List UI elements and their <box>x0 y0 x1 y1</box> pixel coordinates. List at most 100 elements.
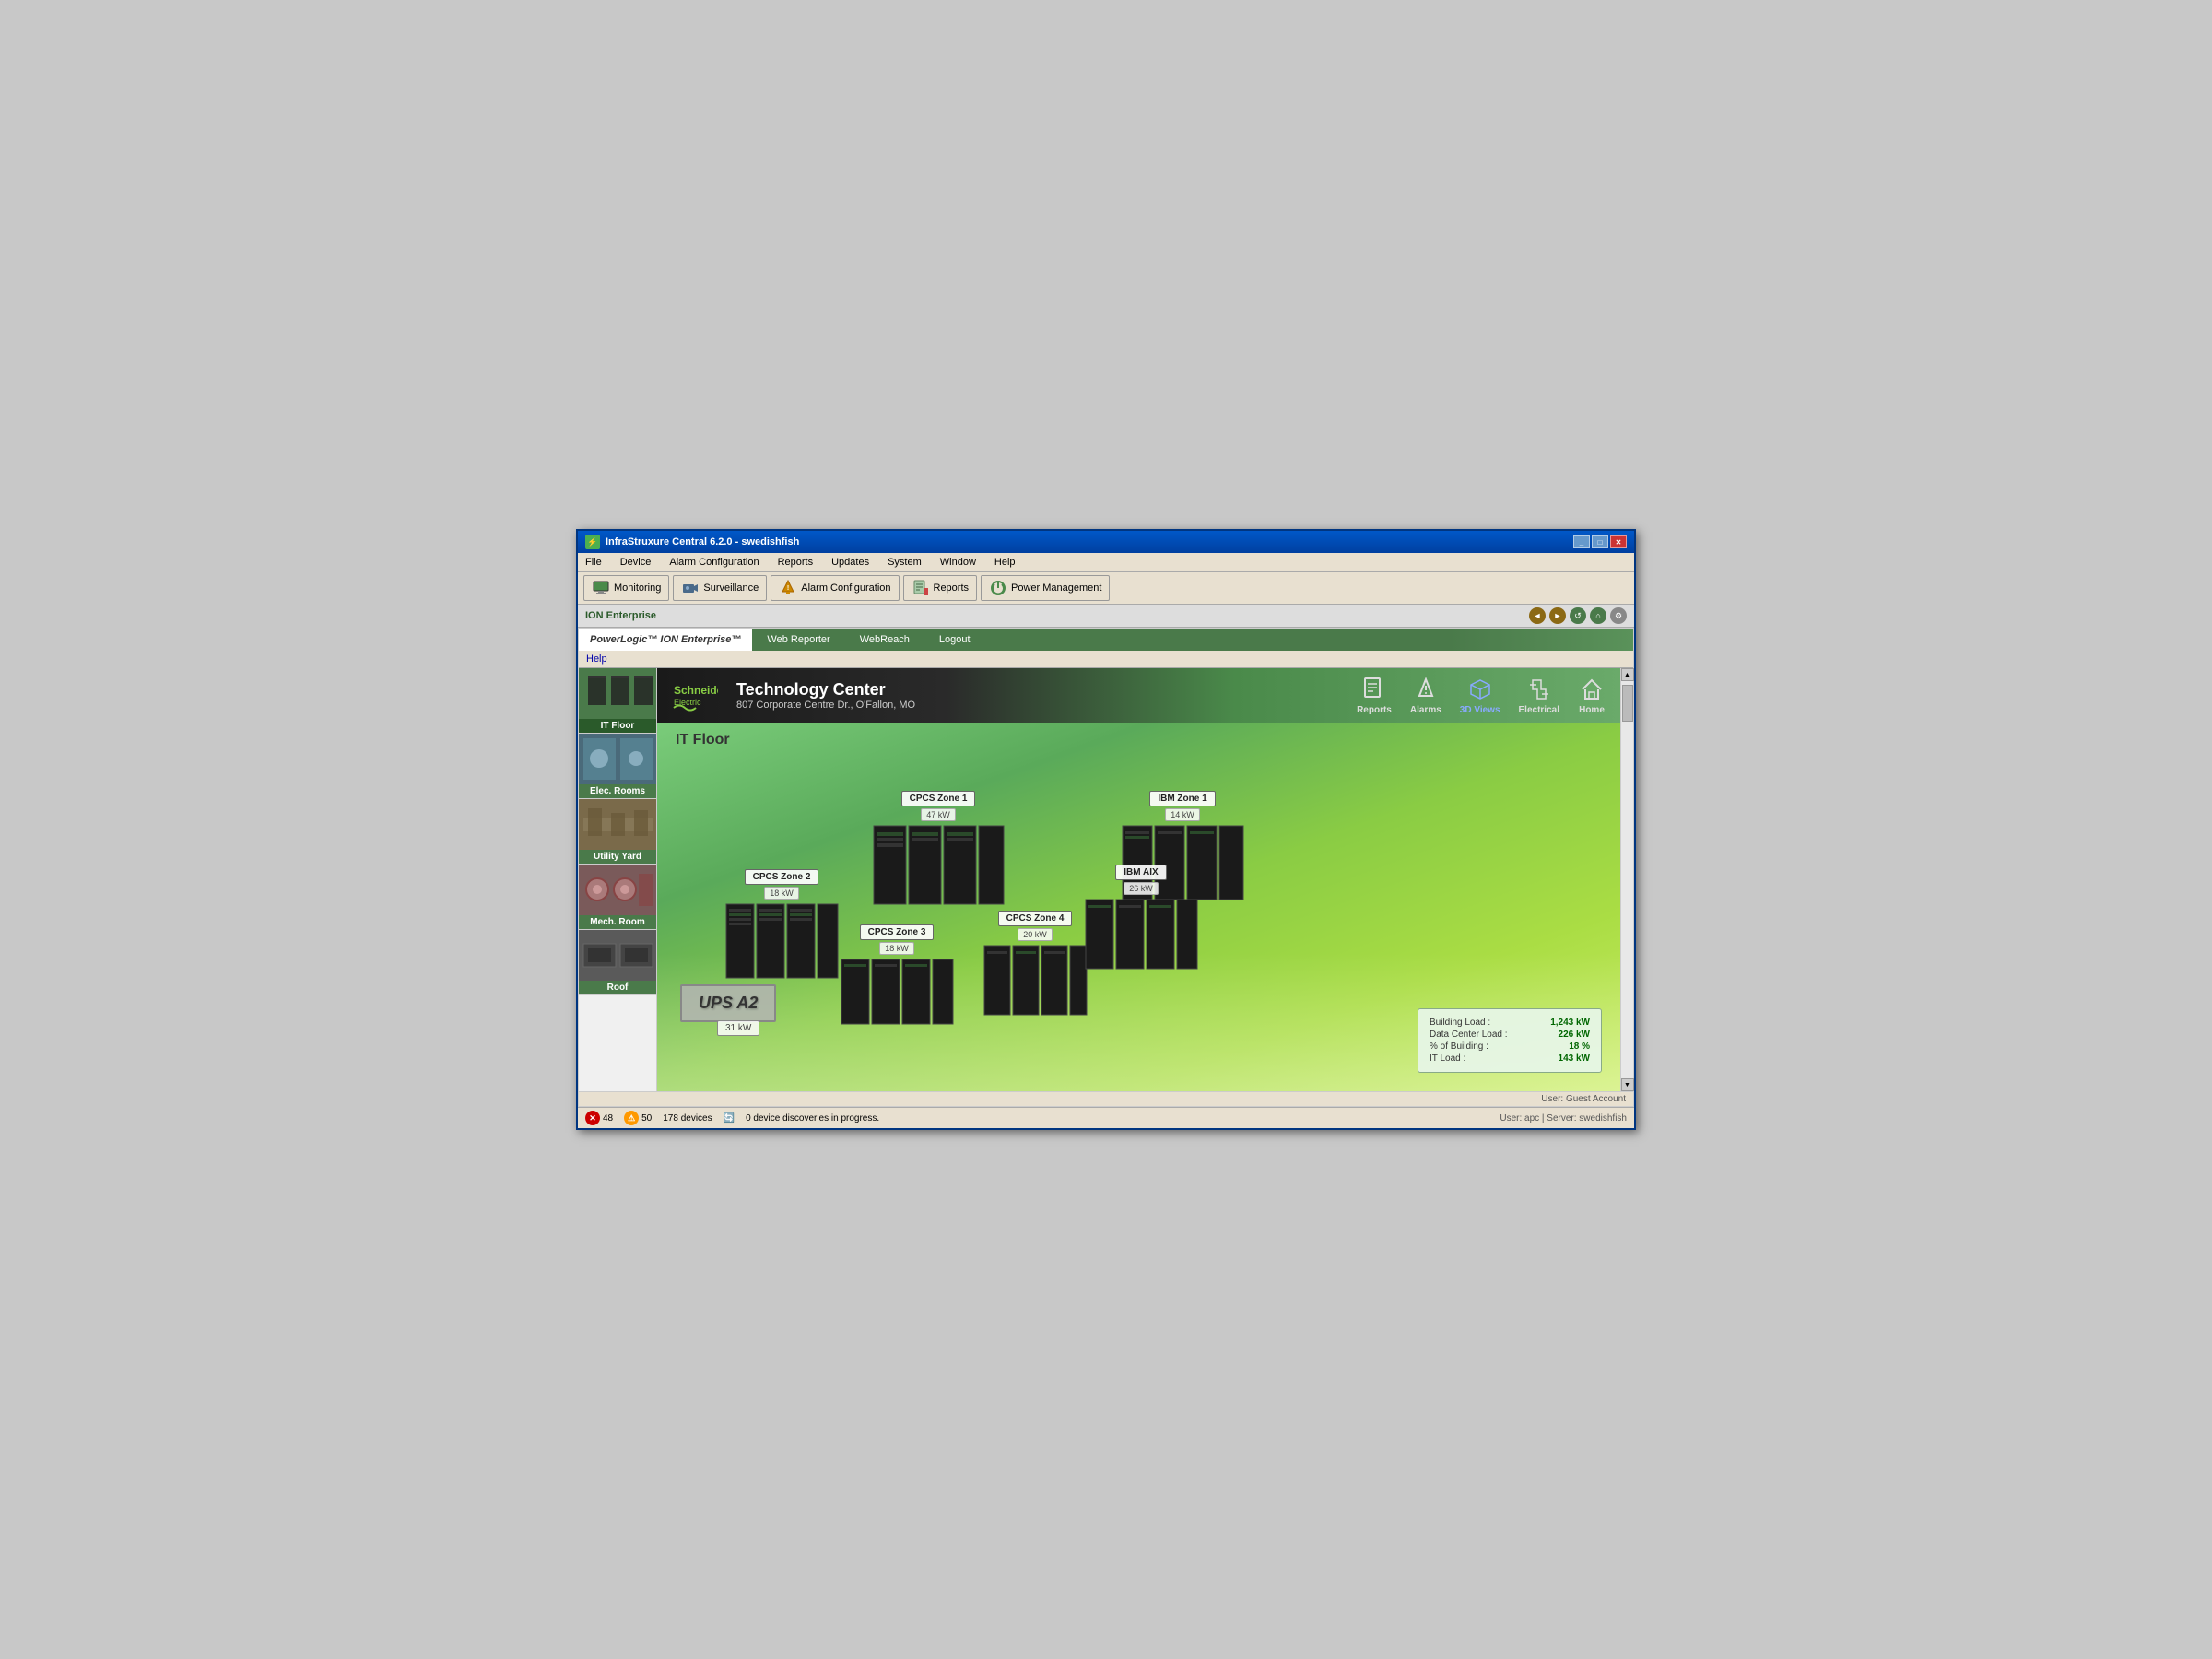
home-nav-label: Home <box>1579 705 1605 715</box>
menu-updates[interactable]: Updates <box>828 555 873 570</box>
menu-help[interactable]: Help <box>991 555 1019 570</box>
monitor-icon <box>592 579 610 597</box>
ibm1-label: IBM Zone 1 <box>1149 791 1215 806</box>
status-bar: ✕ 48 ⚠ 50 178 devices 🔄 0 device discove… <box>578 1107 1634 1128</box>
info-box: Building Load : 1,243 kW Data Center Loa… <box>1418 1008 1602 1073</box>
main-visualization: Schneider Electric Technology Center 807… <box>657 668 1620 1091</box>
monitoring-button[interactable]: Monitoring <box>583 575 669 601</box>
home-nav-item[interactable]: Home <box>1578 676 1606 715</box>
ups-kw-label: 31 kW <box>717 1020 759 1036</box>
rack-cpcs-zone4[interactable]: CPCS Zone 4 20 kW <box>980 907 1090 1024</box>
web-reporter-button[interactable]: Web Reporter <box>752 629 844 651</box>
cpcs1-kw: 47 kW <box>921 808 956 821</box>
warning-icon: ⚠ <box>624 1111 639 1125</box>
inner-user-label: User: Guest Account <box>1541 1094 1626 1104</box>
reports-icon <box>912 579 930 597</box>
ups-label: UPS A2 <box>699 994 758 1012</box>
nav-settings-icon[interactable]: ⚙ <box>1610 607 1627 624</box>
sidebar-item-mechroom[interactable]: Mech. Room <box>579 865 656 930</box>
menu-file[interactable]: File <box>582 555 606 570</box>
main-window: ⚡ InfraStruxure Central 6.2.0 - swedishf… <box>576 529 1636 1130</box>
close-button[interactable]: ✕ <box>1610 535 1627 548</box>
nav-back-icon[interactable]: ◄ <box>1529 607 1546 624</box>
title-bar: ⚡ InfraStruxure Central 6.2.0 - swedishf… <box>578 531 1634 553</box>
address-bar: ION Enterprise ◄ ► ↺ ⌂ ⚙ <box>578 605 1634 628</box>
se-header: Schneider Electric Technology Center 807… <box>657 668 1620 723</box>
dc-load-label: Data Center Load : <box>1430 1030 1508 1040</box>
cpcs1-label: CPCS Zone 1 <box>901 791 976 806</box>
sidebar-thumb-itfloor <box>579 668 656 719</box>
cpcs4-kw: 20 kW <box>1018 928 1053 941</box>
user-server-label: User: apc | Server: swedishfish <box>1500 1113 1627 1124</box>
cpcs4-label: CPCS Zone 4 <box>998 911 1073 926</box>
nav-forward-icon[interactable]: ► <box>1549 607 1566 624</box>
surveillance-button[interactable]: Surveillance <box>673 575 767 601</box>
scroll-down-button[interactable]: ▼ <box>1621 1078 1634 1091</box>
reports-toolbar-button[interactable]: Reports <box>903 575 978 601</box>
rack-cpcs-zone2[interactable]: CPCS Zone 2 18 kW <box>722 865 841 987</box>
sidebar-thumb-mechroom <box>579 865 656 915</box>
error-icon: ✕ <box>585 1111 600 1125</box>
reports-toolbar-label: Reports <box>934 582 970 594</box>
camera-icon <box>681 579 700 597</box>
cpcs3-label: CPCS Zone 3 <box>860 924 935 940</box>
menu-alarm-config[interactable]: Alarm Configuration <box>665 555 762 570</box>
surveillance-label: Surveillance <box>703 582 759 594</box>
mechroom-label: Mech. Room <box>579 915 656 929</box>
rack-cpcs-zone3[interactable]: CPCS Zone 3 18 kW <box>837 921 957 1033</box>
electrical-nav-item[interactable]: Electrical <box>1519 676 1559 715</box>
sidebar-item-utilityyard[interactable]: Utility Yard <box>579 799 656 865</box>
error-count: 48 <box>603 1113 613 1124</box>
alarm-config-button[interactable]: ! Alarm Configuration <box>771 575 899 601</box>
sidebar-item-elecrooms[interactable]: Elec. Rooms <box>579 734 656 799</box>
power-mgmt-button[interactable]: Power Management <box>981 575 1110 601</box>
sidebar-item-itfloor[interactable]: IT Floor <box>579 668 656 734</box>
rack-ibm-aix[interactable]: IBM AIX 26 kW <box>1081 861 1201 978</box>
alarms-nav-item[interactable]: Alarms <box>1410 676 1441 715</box>
cpcs2-label: CPCS Zone 2 <box>745 869 819 885</box>
sidebar-item-roof[interactable]: Roof <box>579 930 656 995</box>
ups-a2[interactable]: UPS A2 <box>680 984 776 1022</box>
cpcs3-kw: 18 kW <box>879 942 914 955</box>
menu-window[interactable]: Window <box>936 555 980 570</box>
building-load-label: Building Load : <box>1430 1018 1490 1028</box>
error-badge: ✕ 48 <box>585 1111 613 1125</box>
nav-refresh-icon[interactable]: ↺ <box>1570 607 1586 624</box>
floor-title: IT Floor <box>676 732 730 748</box>
menu-system[interactable]: System <box>884 555 925 570</box>
webreach-button[interactable]: WebReach <box>845 629 924 651</box>
device-count: 178 devices <box>663 1113 712 1124</box>
svg-text:!: ! <box>787 585 789 592</box>
ibm1-kw: 14 kW <box>1165 808 1200 821</box>
rack-cpcs-zone1[interactable]: CPCS Zone 1 47 kW <box>869 787 1007 913</box>
restore-button[interactable]: □ <box>1592 535 1608 548</box>
sidebar-thumb-roof <box>579 930 656 981</box>
ion-topnav: PowerLogic™ ION Enterprise™ Web Reporter… <box>579 629 1633 651</box>
minimize-button[interactable]: _ <box>1573 535 1590 548</box>
sidebar-thumb-utilityyard <box>579 799 656 850</box>
nav-home-icon[interactable]: ⌂ <box>1590 607 1606 624</box>
logout-button[interactable]: Logout <box>924 629 985 651</box>
facility-nav: Reports Alarms <box>1357 676 1606 715</box>
menu-device[interactable]: Device <box>617 555 655 570</box>
utilityyard-label: Utility Yard <box>579 850 656 864</box>
scroll-up-button[interactable]: ▲ <box>1621 668 1634 681</box>
itfloor-label: IT Floor <box>579 719 656 733</box>
vertical-scrollbar: ▲ ▼ <box>1620 668 1633 1091</box>
3dviews-nav-label: 3D Views <box>1460 705 1500 715</box>
ibmaix-kw: 26 kW <box>1124 882 1159 895</box>
address-text: ION Enterprise <box>585 610 656 621</box>
menu-reports[interactable]: Reports <box>774 555 818 570</box>
reports-nav-item[interactable]: Reports <box>1357 676 1392 715</box>
ups-kw: 31 kW <box>725 1023 751 1033</box>
3dviews-nav-item[interactable]: 3D Views <box>1460 676 1500 715</box>
elecrooms-label: Elec. Rooms <box>579 784 656 798</box>
power-mgmt-label: Power Management <box>1011 582 1101 594</box>
scroll-thumb[interactable] <box>1622 685 1633 722</box>
sidebar-thumb-elecrooms <box>579 734 656 784</box>
warning-count: 50 <box>641 1113 652 1124</box>
floor-3d-view: IT Floor CPCS Zone 2 18 kW <box>657 723 1620 1091</box>
electrical-nav-label: Electrical <box>1519 705 1559 715</box>
help-label[interactable]: Help <box>586 653 607 665</box>
se-title-area: Technology Center 807 Corporate Centre D… <box>736 680 1338 711</box>
